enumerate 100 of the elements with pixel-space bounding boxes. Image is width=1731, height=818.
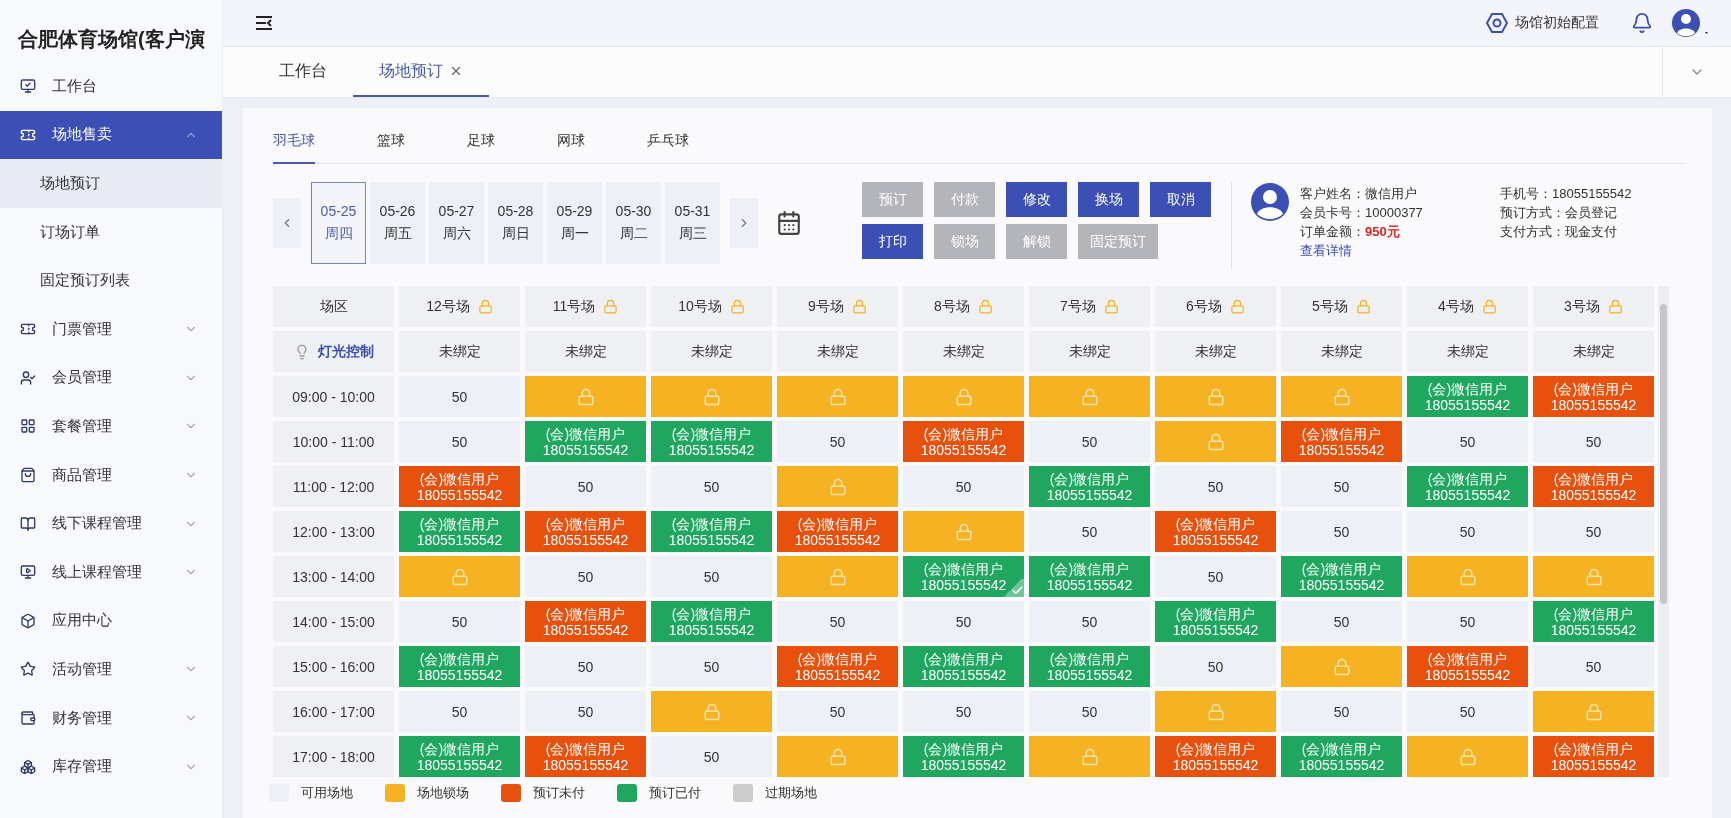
locked-slot[interactable]	[777, 736, 898, 777]
date-option[interactable]: 05-26 周五	[370, 182, 425, 264]
menu-icon[interactable]	[255, 15, 273, 31]
locked-slot[interactable]	[777, 556, 898, 597]
locked-slot[interactable]	[1533, 556, 1654, 597]
booked-slot[interactable]: (会)微信用户 18055155542	[903, 421, 1024, 462]
available-slot[interactable]: 50	[651, 556, 772, 597]
available-slot[interactable]: 50	[1281, 466, 1402, 507]
view-details-link[interactable]: 查看详情	[1300, 243, 1352, 258]
available-slot[interactable]: 50	[525, 646, 646, 687]
available-slot[interactable]: 50	[903, 691, 1024, 732]
light-control-button[interactable]: 灯光控制	[273, 331, 394, 372]
calendar-icon[interactable]	[776, 210, 802, 236]
available-slot[interactable]: 50	[399, 691, 520, 732]
locked-slot[interactable]	[399, 556, 520, 597]
available-slot[interactable]: 50	[1533, 421, 1654, 462]
previous-dates-button[interactable]	[273, 198, 301, 248]
available-slot[interactable]: 50	[1155, 646, 1276, 687]
available-slot[interactable]: 50	[777, 421, 898, 462]
locked-slot[interactable]	[903, 511, 1024, 552]
booked-slot[interactable]: (会)微信用户 18055155542	[525, 736, 646, 777]
available-slot[interactable]: 50	[651, 736, 772, 777]
bell-icon[interactable]	[1631, 12, 1653, 34]
available-slot[interactable]: 50	[525, 556, 646, 597]
date-option[interactable]: 05-29 周一	[547, 182, 602, 264]
booked-slot[interactable]: (会)微信用户 18055155542	[1155, 736, 1276, 777]
available-slot[interactable]: 50	[1281, 691, 1402, 732]
available-slot[interactable]: 50	[1281, 601, 1402, 642]
locked-slot[interactable]	[777, 466, 898, 507]
locked-slot[interactable]	[1281, 376, 1402, 417]
scrollbar[interactable]	[1658, 286, 1669, 777]
available-slot[interactable]: 50	[1155, 466, 1276, 507]
user-avatar-icon[interactable]	[1671, 8, 1711, 38]
booked-slot[interactable]: (会)微信用户 18055155542	[399, 466, 520, 507]
available-slot[interactable]: 50	[903, 466, 1024, 507]
action-button[interactable]: 取消	[1150, 182, 1211, 217]
available-slot[interactable]: 50	[399, 376, 520, 417]
available-slot[interactable]: 50	[1029, 691, 1150, 732]
available-slot[interactable]: 50	[399, 601, 520, 642]
available-slot[interactable]: 50	[525, 466, 646, 507]
sport-tab[interactable]: 羽毛球	[273, 128, 315, 164]
booked-slot[interactable]: (会)微信用户 18055155542	[777, 646, 898, 687]
sport-tab[interactable]: 网球	[557, 128, 585, 164]
locked-slot[interactable]	[777, 376, 898, 417]
sidebar-item[interactable]: 套餐管理	[0, 402, 222, 451]
sidebar-subitem[interactable]: 场地预订	[0, 159, 222, 208]
available-slot[interactable]: 50	[1029, 421, 1150, 462]
locked-slot[interactable]	[1029, 736, 1150, 777]
available-slot[interactable]: 50	[1533, 511, 1654, 552]
available-slot[interactable]: 50	[1029, 511, 1150, 552]
locked-slot[interactable]	[1533, 691, 1654, 732]
available-slot[interactable]: 50	[1155, 556, 1276, 597]
locked-slot[interactable]	[651, 691, 772, 732]
venue-config-link[interactable]: 场馆初始配置	[1485, 11, 1599, 35]
available-slot[interactable]: 50	[777, 691, 898, 732]
available-slot[interactable]: 50	[903, 601, 1024, 642]
sidebar-item[interactable]: 库存管理	[0, 742, 222, 791]
booked-slot[interactable]: (会)微信用户 18055155542	[1281, 421, 1402, 462]
locked-slot[interactable]	[1155, 421, 1276, 462]
available-slot[interactable]: 50	[399, 421, 520, 462]
action-button[interactable]: 修改	[1006, 182, 1067, 217]
sidebar-item[interactable]: 会员管理	[0, 353, 222, 403]
sidebar-subitem[interactable]: 订场订单	[0, 207, 222, 257]
booked-slot[interactable]: (会)微信用户 18055155542	[525, 511, 646, 552]
locked-slot[interactable]	[525, 376, 646, 417]
action-button[interactable]: 换场	[1078, 182, 1139, 217]
locked-slot[interactable]	[1281, 646, 1402, 687]
date-option[interactable]: 05-27 周六	[429, 182, 484, 264]
sidebar-item[interactable]: 工作台	[0, 62, 222, 111]
date-option[interactable]: 05-31 周三	[665, 182, 720, 264]
sidebar-item[interactable]: 线下课程管理	[0, 499, 222, 548]
sport-tab[interactable]: 篮球	[377, 128, 405, 164]
available-slot[interactable]: 50	[651, 646, 772, 687]
action-button[interactable]: 打印	[862, 224, 923, 259]
available-slot[interactable]: 50	[1407, 511, 1528, 552]
sport-tab[interactable]: 乒乓球	[647, 128, 689, 164]
locked-slot[interactable]	[1029, 376, 1150, 417]
locked-slot[interactable]	[651, 376, 772, 417]
available-slot[interactable]: 50	[1407, 691, 1528, 732]
date-option[interactable]: 05-25 周四	[311, 182, 366, 264]
page-tab[interactable]: 工作台	[253, 47, 353, 97]
sidebar-item[interactable]: 应用中心	[0, 596, 222, 646]
locked-slot[interactable]	[1407, 556, 1528, 597]
date-option[interactable]: 05-28 周日	[488, 182, 543, 264]
locked-slot[interactable]	[1407, 736, 1528, 777]
locked-slot[interactable]	[1155, 376, 1276, 417]
booked-slot[interactable]: (会)微信用户 18055155542	[525, 601, 646, 642]
close-icon[interactable]	[449, 64, 463, 78]
locked-slot[interactable]	[903, 376, 1024, 417]
date-option[interactable]: 05-30 周二	[606, 182, 661, 264]
sidebar-item[interactable]: 商品管理	[0, 450, 222, 500]
booked-slot[interactable]: (会)微信用户 18055155542	[1407, 646, 1528, 687]
sidebar-item[interactable]: 财务管理	[0, 693, 222, 743]
sport-tab[interactable]: 足球	[467, 128, 495, 164]
available-slot[interactable]: 50	[525, 691, 646, 732]
sidebar-item[interactable]: 活动管理	[0, 645, 222, 694]
sidebar-subitem[interactable]: 固定预订列表	[0, 256, 222, 305]
next-dates-button[interactable]	[730, 198, 758, 248]
sidebar-item[interactable]: 门票管理	[0, 304, 222, 354]
available-slot[interactable]: 50	[1281, 511, 1402, 552]
